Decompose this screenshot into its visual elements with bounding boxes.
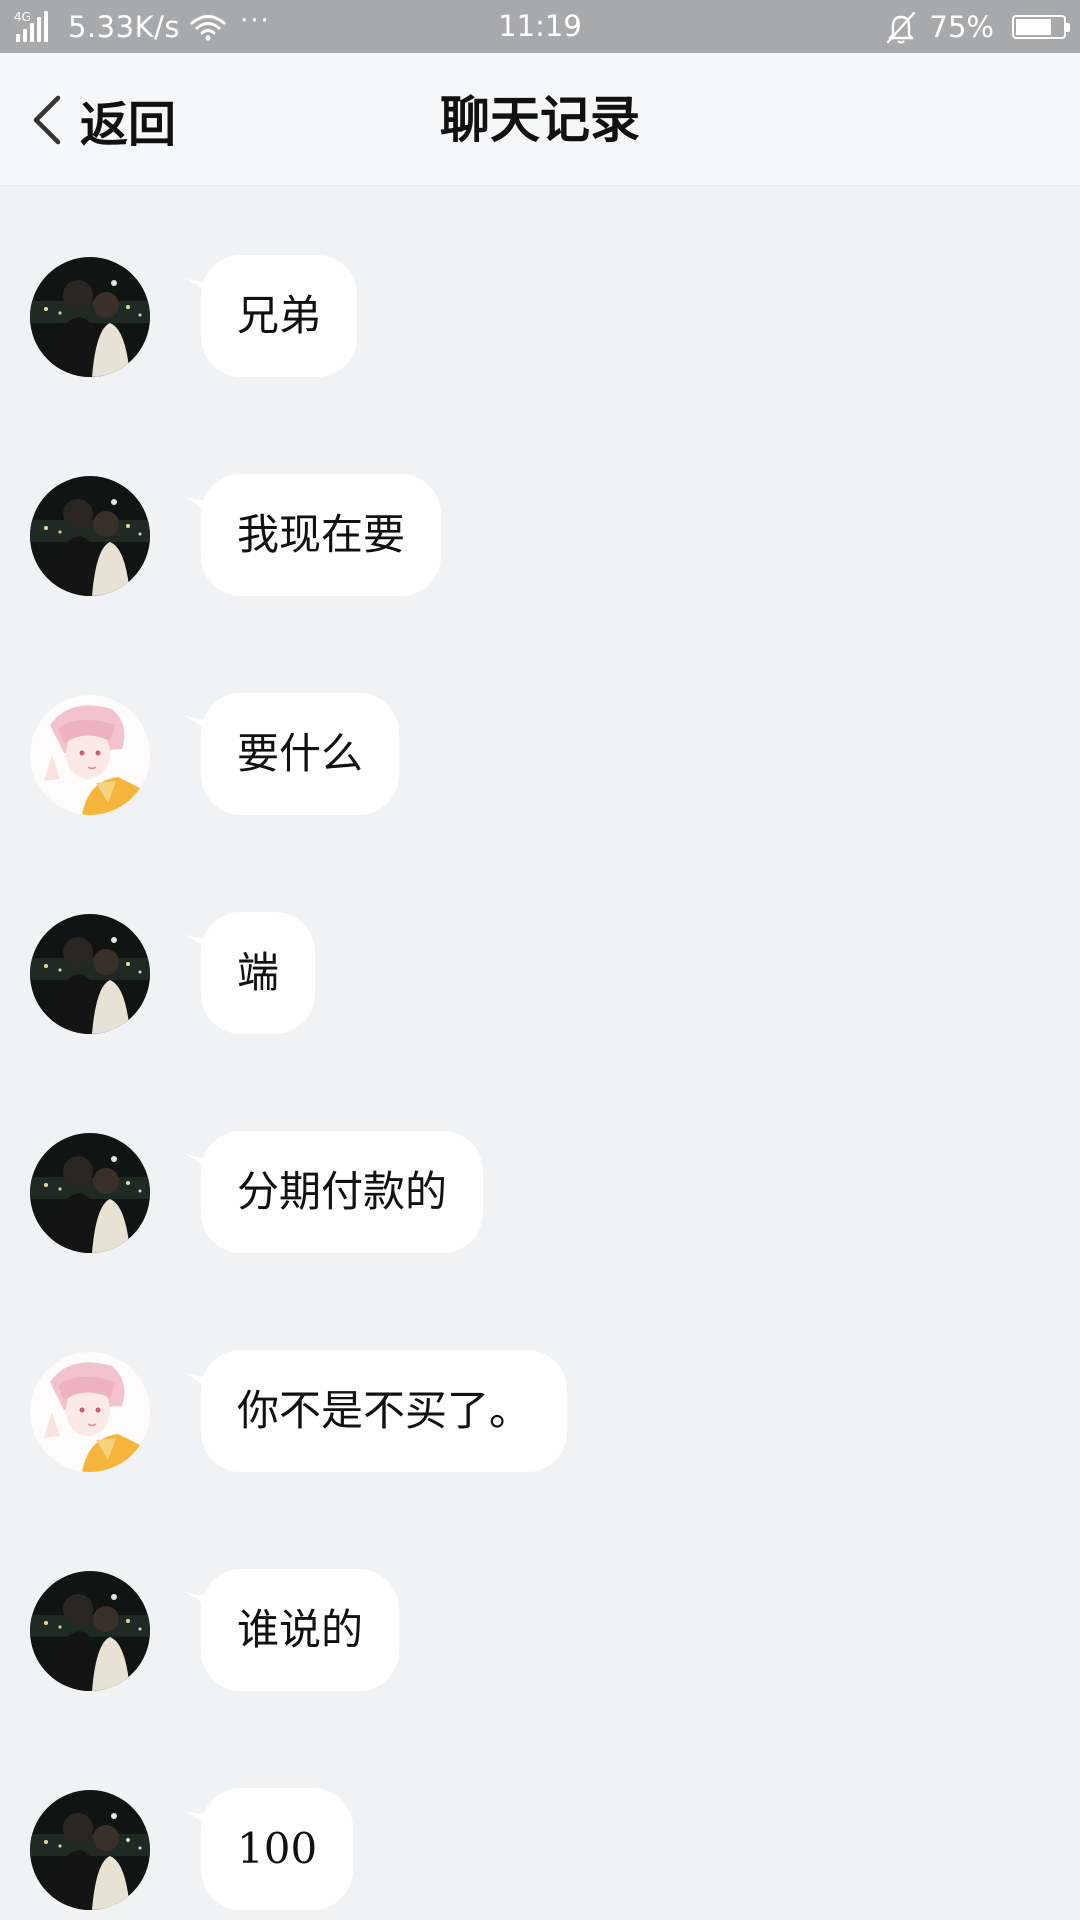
chevron-left-icon	[33, 95, 61, 144]
message-bubble[interactable]: 谁说的	[201, 1569, 400, 1691]
message-row: 要什么	[0, 693, 1080, 815]
avatar[interactable]	[30, 1133, 150, 1253]
nav-header: 返回 聊天记录	[0, 53, 1080, 186]
back-label: 返回	[80, 96, 177, 153]
battery-icon	[1012, 14, 1070, 39]
avatar[interactable]	[30, 257, 150, 377]
battery-percent: 75%	[929, 9, 994, 44]
message-row: 谁说的	[0, 1569, 1080, 1691]
back-button[interactable]: 返回	[28, 53, 176, 186]
message-row: 端	[0, 912, 1080, 1034]
message-row: 你不是不买了。	[0, 1350, 1080, 1472]
message-bubble[interactable]: 端	[201, 912, 316, 1034]
avatar[interactable]	[30, 1352, 150, 1472]
avatar[interactable]	[30, 914, 150, 1034]
message-bubble[interactable]: 100	[201, 1788, 354, 1910]
message-bubble[interactable]: 你不是不买了。	[201, 1350, 568, 1472]
message-bubble[interactable]: 我现在要	[201, 474, 442, 596]
network-speed: 5.33K/s	[68, 9, 180, 44]
status-left: 4G 5.33K/s ···	[14, 0, 271, 53]
message-row: 我现在要	[0, 474, 1080, 596]
wifi-icon	[190, 14, 226, 41]
chat-history-list[interactable]: 兄弟我现在要要什么端分期付款的你不是不买了。 谁说的 100	[0, 187, 1080, 1920]
message-row: 分期付款的	[0, 1131, 1080, 1253]
more-notifications-icon: ···	[239, 5, 271, 36]
mute-bell-icon	[886, 11, 915, 44]
status-right: 75%	[884, 0, 1070, 53]
message-bubble[interactable]: 兄弟	[201, 255, 358, 377]
message-row: 100	[0, 1788, 1080, 1910]
message-bubble[interactable]: 要什么	[201, 693, 400, 815]
avatar[interactable]	[30, 1571, 150, 1691]
message-bubble[interactable]: 分期付款的	[201, 1131, 484, 1253]
status-bar: 4G 5.33K/s ··· 11:19 75%	[0, 0, 1080, 53]
avatar[interactable]	[30, 476, 150, 596]
message-row: 兄弟	[0, 255, 1080, 377]
avatar[interactable]	[30, 695, 150, 815]
network-type: 4G	[14, 9, 31, 24]
signal-icon: 4G	[14, 10, 56, 44]
avatar[interactable]	[30, 1790, 150, 1910]
